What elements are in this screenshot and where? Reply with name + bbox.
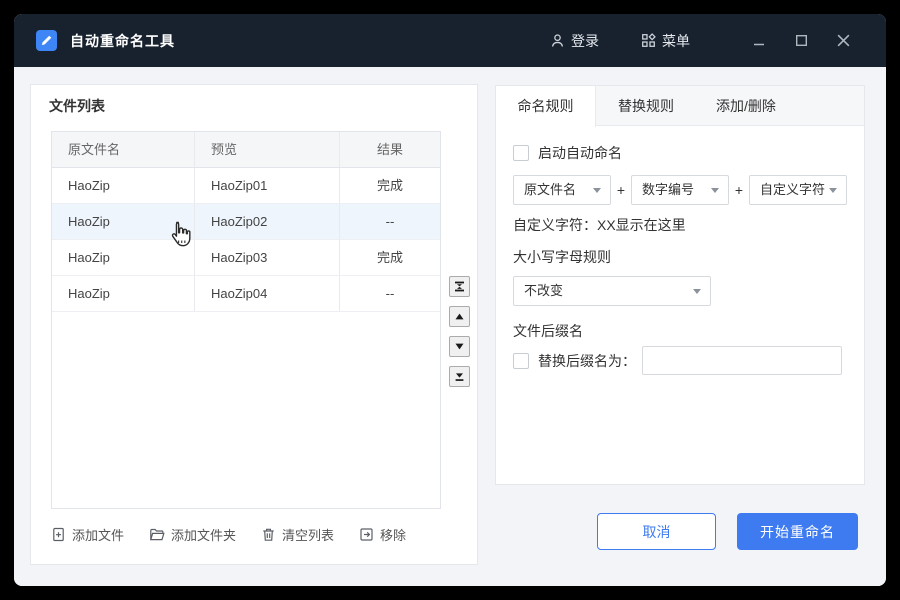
replace-suffix-label: 替换后缀名为： xyxy=(538,351,636,371)
clear-list-icon xyxy=(261,527,282,542)
case-rule-value: 不改变 xyxy=(524,283,563,298)
app-body: 文件列表 原文件名 预览 结果 HaoZip HaoZip01 完成 HaoZi… xyxy=(14,67,886,586)
file-list-toolbar: 添加文件 添加文件夹 xyxy=(51,525,431,544)
name-part-1-value: 原文件名 xyxy=(524,182,576,197)
table-row[interactable]: HaoZip HaoZip01 完成 xyxy=(52,168,440,204)
rules-tabbar: 命名规则 替换规则 添加/删除 xyxy=(496,86,864,126)
add-folder-button[interactable]: 添加文件夹 xyxy=(149,525,236,544)
case-rule-select[interactable]: 不改变 xyxy=(513,276,711,306)
replace-suffix-row: 替换后缀名为： xyxy=(513,346,842,375)
name-part-3-select[interactable]: 自定义字符 xyxy=(749,175,847,205)
add-file-label: 添加文件 xyxy=(72,525,124,544)
tab-replace-rules[interactable]: 替换规则 xyxy=(596,86,696,126)
titlebar: 自动重命名工具 登录 xyxy=(14,14,886,67)
name-parts-row: 原文件名 + 数字编号 + 自定义字符 xyxy=(513,175,847,205)
auto-name-checkbox[interactable] xyxy=(513,145,529,161)
cell-result: -- xyxy=(340,204,440,239)
chevron-down-icon xyxy=(693,289,701,294)
clear-list-button[interactable]: 清空列表 xyxy=(261,525,334,544)
auto-name-checkbox-row: 启动自动命名 xyxy=(513,143,622,163)
close-icon xyxy=(836,33,851,48)
col-header-original: 原文件名 xyxy=(52,132,195,167)
remove-icon xyxy=(359,527,380,542)
chevron-down-icon xyxy=(593,188,601,193)
close-button[interactable] xyxy=(830,28,856,54)
move-bottom-icon xyxy=(454,371,465,382)
cell-original: HaoZip xyxy=(52,240,195,275)
menu-label: 菜单 xyxy=(662,31,690,51)
cell-preview: HaoZip02 xyxy=(195,204,340,239)
name-part-3-value: 自定义字符 xyxy=(760,182,825,197)
custom-chars-hint: 自定义字符：XX显示在这里 xyxy=(513,215,686,235)
maximize-button[interactable] xyxy=(788,28,814,54)
table-row[interactable]: HaoZip HaoZip03 完成 xyxy=(52,240,440,276)
name-part-1-select[interactable]: 原文件名 xyxy=(513,175,611,205)
add-file-icon xyxy=(51,527,72,542)
cell-original: HaoZip xyxy=(52,276,195,311)
chevron-down-icon xyxy=(711,188,719,193)
table-header-row: 原文件名 预览 结果 xyxy=(52,132,440,168)
move-bottom-button[interactable] xyxy=(449,366,470,387)
cancel-button[interactable]: 取消 xyxy=(597,513,716,550)
col-header-preview: 预览 xyxy=(195,132,340,167)
cell-original: HaoZip xyxy=(52,204,195,239)
app-window: 自动重命名工具 登录 xyxy=(14,14,886,586)
file-list-title: 文件列表 xyxy=(49,96,105,116)
move-down-icon xyxy=(454,341,465,352)
cell-result: 完成 xyxy=(340,240,440,275)
login-button[interactable]: 登录 xyxy=(550,31,599,51)
cell-preview: HaoZip04 xyxy=(195,276,340,311)
minimize-button[interactable] xyxy=(746,28,772,54)
app-title: 自动重命名工具 xyxy=(70,31,175,51)
table-row[interactable]: HaoZip HaoZip04 -- xyxy=(52,276,440,312)
move-top-icon xyxy=(454,281,465,292)
grid-menu-icon xyxy=(641,33,662,48)
col-header-result: 结果 xyxy=(340,132,440,167)
move-up-button[interactable] xyxy=(449,306,470,327)
minimize-icon xyxy=(752,34,766,48)
pencil-icon xyxy=(40,34,53,47)
add-folder-label: 添加文件夹 xyxy=(171,525,236,544)
move-down-button[interactable] xyxy=(449,336,470,357)
cell-original: HaoZip xyxy=(52,168,195,203)
maximize-icon xyxy=(795,34,808,47)
add-file-button[interactable]: 添加文件 xyxy=(51,525,124,544)
move-up-icon xyxy=(454,311,465,322)
rules-panel: 命名规则 替换规则 添加/删除 启动自动命名 原文件名 + 数字编号 + xyxy=(495,85,865,485)
table-row-hovered[interactable]: HaoZip HaoZip02 -- xyxy=(52,204,440,240)
app-logo xyxy=(36,30,57,51)
move-top-button[interactable] xyxy=(449,276,470,297)
start-rename-button[interactable]: 开始重命名 xyxy=(737,513,858,550)
suffix-input[interactable] xyxy=(642,346,842,375)
file-list-panel: 文件列表 原文件名 预览 结果 HaoZip HaoZip01 完成 HaoZi… xyxy=(30,84,478,565)
tab-naming-rules[interactable]: 命名规则 xyxy=(496,86,596,127)
add-folder-icon xyxy=(149,527,171,542)
cell-result: 完成 xyxy=(340,168,440,203)
chevron-down-icon xyxy=(829,188,837,193)
name-part-2-value: 数字编号 xyxy=(642,182,694,197)
replace-suffix-checkbox[interactable] xyxy=(513,353,529,369)
user-icon xyxy=(550,33,571,48)
menu-button[interactable]: 菜单 xyxy=(641,31,690,51)
tab-add-delete[interactable]: 添加/删除 xyxy=(696,86,796,126)
clear-list-label: 清空列表 xyxy=(282,525,334,544)
login-label: 登录 xyxy=(571,31,599,51)
remove-button[interactable]: 移除 xyxy=(359,525,406,544)
suffix-section-label: 文件后缀名 xyxy=(513,321,583,341)
auto-name-label: 启动自动命名 xyxy=(538,143,622,163)
plus-sign: + xyxy=(611,182,631,198)
cell-preview: HaoZip01 xyxy=(195,168,340,203)
file-table: 原文件名 预览 结果 HaoZip HaoZip01 完成 HaoZip Hao… xyxy=(51,131,441,509)
case-rule-label: 大小写字母规则 xyxy=(513,247,611,267)
cell-result: -- xyxy=(340,276,440,311)
remove-label: 移除 xyxy=(380,525,406,544)
plus-sign: + xyxy=(729,182,749,198)
name-part-2-select[interactable]: 数字编号 xyxy=(631,175,729,205)
cell-preview: HaoZip03 xyxy=(195,240,340,275)
